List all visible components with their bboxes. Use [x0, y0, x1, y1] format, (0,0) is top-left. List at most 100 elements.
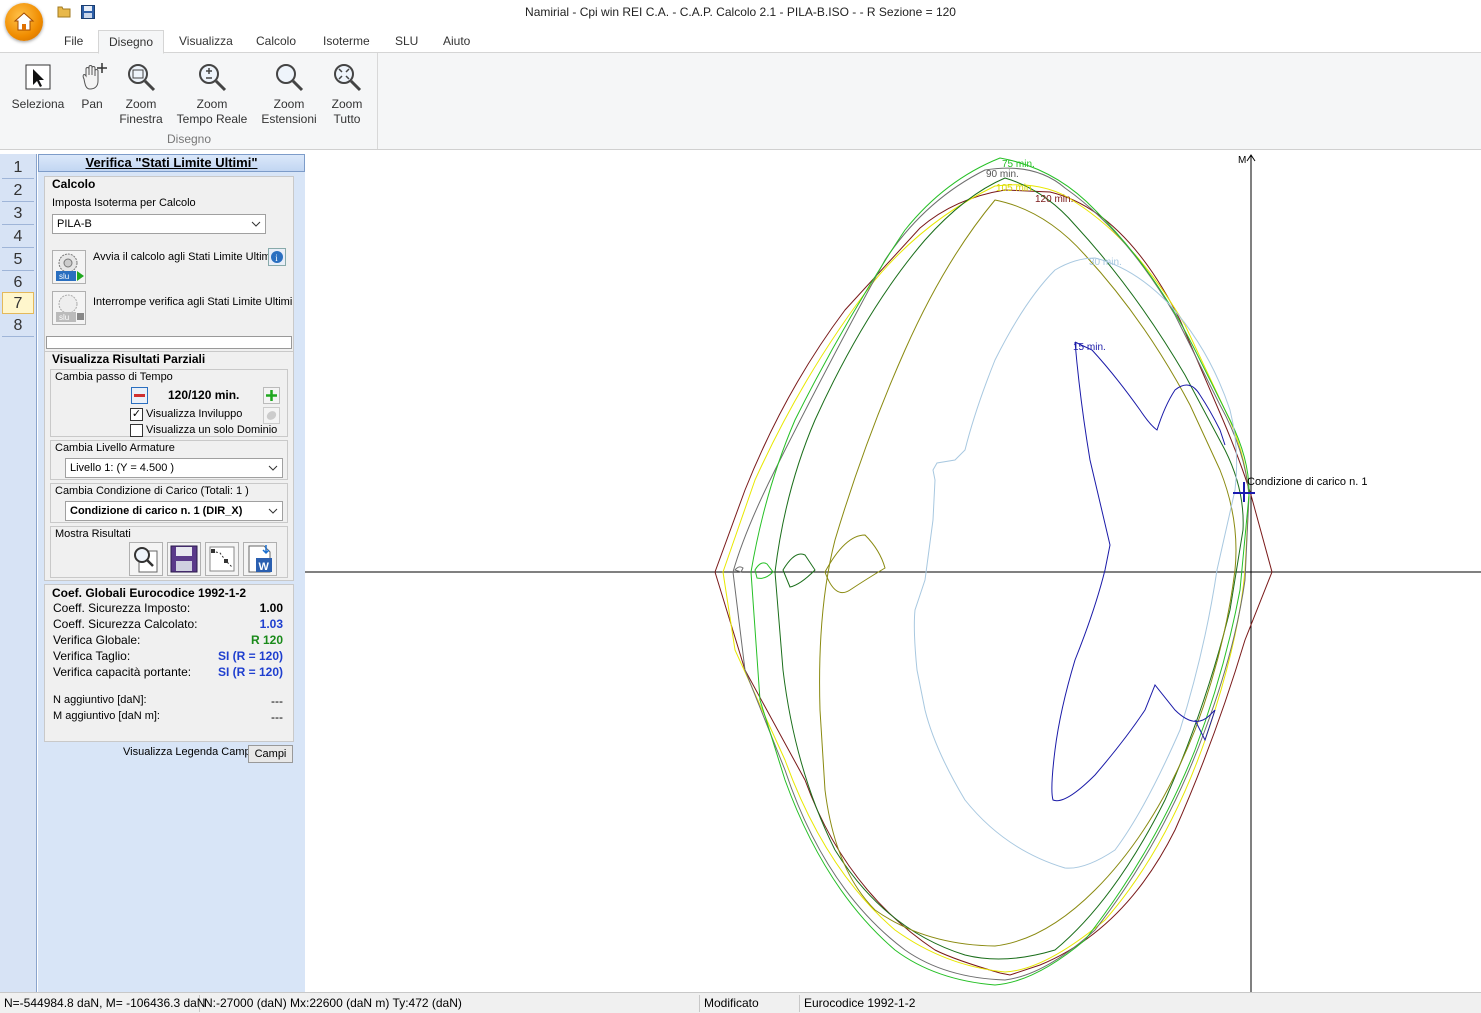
loop-gray	[734, 566, 744, 573]
coef-row-1-label: Coeff. Sicurezza Imposto:	[53, 601, 191, 615]
slu-panel: Verifica "Stati Limite Ultimi" Calcolo I…	[38, 154, 305, 992]
livello-label: Cambia Livello Armature	[55, 442, 175, 454]
zoom-finestra-button[interactable]: Zoom Finestra	[116, 61, 166, 127]
passo-tempo-label: Cambia passo di Tempo	[55, 371, 173, 383]
zoom-estensioni-button[interactable]: Zoom Estensioni	[258, 61, 320, 127]
svg-text:W: W	[259, 561, 270, 573]
tab-calcolo[interactable]: Calcolo	[246, 30, 306, 54]
isoterma-label: Imposta Isoterma per Calcolo	[52, 197, 196, 209]
inviluppo-checkbox[interactable]: ✓	[130, 408, 143, 421]
livello-value: Livello 1: (Y = 4.500 )	[70, 462, 175, 474]
plus-button[interactable]	[263, 387, 280, 404]
m-aggiuntivo-value: ---	[271, 710, 283, 724]
magnifier-report-icon	[134, 547, 158, 573]
progress-bar	[46, 336, 292, 349]
coef-row-5-label: Verifica capacità portante:	[53, 665, 192, 679]
side-tab-8[interactable]: 8	[2, 315, 34, 337]
curve-15-min	[1051, 341, 1226, 802]
risultati-parziali-group: Visualizza Risultati Parziali Cambia pas…	[44, 351, 294, 581]
side-tab-4[interactable]: 4	[2, 226, 34, 248]
zoom-tutto-button[interactable]: Zoom Tutto	[326, 61, 368, 127]
chevron-down-icon	[268, 465, 278, 471]
slu-stop-text: slu	[59, 313, 69, 322]
zoom-finestra-l2: Finestra	[119, 112, 163, 126]
side-tab-1[interactable]: 1	[2, 157, 34, 179]
inviluppo-label: Visualizza Inviluppo	[146, 408, 243, 420]
ribbon-group-label: Disegno	[166, 132, 212, 146]
isoterma-value: PILA-B	[57, 218, 92, 230]
side-tab-3[interactable]: 3	[2, 203, 34, 225]
zoom-window-icon	[128, 64, 156, 92]
zoom-estensioni-l1: Zoom	[273, 97, 305, 111]
export-word-button[interactable]: W	[243, 542, 277, 576]
app-menu-button[interactable]	[5, 3, 43, 41]
campi-button[interactable]: Campi	[248, 745, 293, 763]
interrompi-verifica-button[interactable]: slu	[52, 291, 86, 325]
zoom-tutto-l2: Tutto	[333, 112, 361, 126]
calcolo-group: Calcolo Imposta Isoterma per Calcolo PIL…	[44, 176, 294, 354]
label-15-min: 15 min.	[1073, 342, 1106, 353]
ribbon-group-disegno: Seleziona Pan Zoom Finestra Zoom Tempo R…	[0, 53, 378, 149]
tab-disegno[interactable]: Disegno	[98, 30, 165, 54]
condizione-select[interactable]: Condizione di carico n. 1 (DIR_X)	[65, 501, 283, 521]
select-arrow-icon	[25, 64, 51, 90]
isoterma-select[interactable]: PILA-B	[52, 214, 266, 234]
label-105-min: 105 min.	[996, 183, 1034, 194]
seleziona-button[interactable]: Seleziona	[10, 61, 66, 112]
view-results-button[interactable]	[129, 542, 163, 576]
slu-start-text: slu	[59, 272, 69, 281]
tab-aiuto[interactable]: Aiuto	[433, 30, 480, 54]
condizione-label: Cambia Condizione di Carico (Totali: 1 )	[55, 485, 249, 497]
seleziona-label: Seleziona	[11, 97, 65, 111]
tab-slu[interactable]: SLU	[385, 30, 428, 54]
status-coords: N=-544984.8 daN, M= -106436.3 daN	[0, 995, 205, 1012]
minus-button[interactable]	[131, 387, 148, 404]
coef-row-1-value: 1.00	[259, 601, 283, 615]
m-axis-label: M	[1238, 155, 1246, 166]
label-120-min: 120 min.	[1035, 194, 1073, 205]
domain-plot[interactable]: M 75 min. 90 min. 105 min. 120 min. 30 m…	[305, 150, 1481, 992]
condizione-value: Condizione di carico n. 1 (DIR_X)	[70, 505, 243, 517]
chevron-down-icon	[268, 508, 278, 514]
avvia-calcolo-button[interactable]: slu	[52, 250, 86, 284]
tab-visualizza[interactable]: Visualizza	[169, 30, 243, 54]
loop-green	[754, 562, 774, 579]
mostra-label: Mostra Risultati	[55, 528, 131, 540]
zoom-finestra-l1: Zoom	[125, 97, 157, 111]
livello-select[interactable]: Livello 1: (Y = 4.500 )	[65, 458, 283, 478]
pan-button[interactable]: Pan	[72, 61, 112, 112]
zoom-tempo-reale-l2: Tempo Reale	[176, 112, 248, 126]
zoom-tempo-reale-button[interactable]: Zoom Tempo Reale	[174, 61, 250, 127]
condizione-carico-box: Cambia Condizione di Carico (Totali: 1 )…	[50, 483, 288, 523]
side-tab-2[interactable]: 2	[2, 180, 34, 202]
side-tab-6[interactable]: 6	[2, 272, 34, 294]
ribbon: Seleziona Pan Zoom Finestra Zoom Tempo R…	[0, 53, 1481, 150]
coef-row-3-value: R 120	[250, 633, 283, 647]
side-tab-7[interactable]: 7	[2, 292, 34, 314]
side-tab-5[interactable]: 5	[2, 249, 34, 271]
label-30-min: 30 min.	[1089, 257, 1122, 268]
slu-start-icon: slu	[56, 253, 84, 281]
eraser-icon[interactable]	[263, 407, 280, 424]
label-90-min: 90 min.	[986, 169, 1019, 180]
drawing-canvas[interactable]: M 75 min. 90 min. 105 min. 120 min. 30 m…	[305, 150, 1481, 992]
passo-tempo-box: Cambia passo di Tempo 120/120 min. ✓ Vis…	[50, 369, 288, 437]
zoom-estensioni-l2: Estensioni	[261, 112, 317, 126]
ribbon-tabs: File Disegno Visualizza Calcolo Isoterme…	[0, 30, 1481, 54]
coef-row-5-value: SI (R = 120)	[217, 665, 283, 679]
coef-row-3-label: Verifica Globale:	[53, 633, 141, 647]
avvia-calcolo-label: Avvia il calcolo agli Stati Limite Ultim…	[93, 251, 274, 263]
save-results-button[interactable]	[167, 542, 201, 576]
tab-isoterme[interactable]: Isoterme	[313, 30, 380, 54]
tab-file[interactable]: File	[54, 30, 93, 54]
zoom-tempo-reale-l1: Zoom	[196, 97, 228, 111]
coef-row-4-value: SI (R = 120)	[217, 649, 283, 663]
diagram-results-button[interactable]	[205, 542, 239, 576]
livello-armature-box: Cambia Livello Armature Livello 1: (Y = …	[50, 440, 288, 480]
window-title: Namirial - Cpi win REI C.A. - C.A.P. Cal…	[525, 5, 956, 19]
pan-label: Pan	[81, 97, 103, 111]
info-icon[interactable]: i	[268, 248, 286, 266]
status-norm: Eurocodice 1992-1-2	[804, 996, 916, 1010]
solo-dominio-checkbox[interactable]	[130, 424, 143, 437]
coef-globali-group: Coef. Globali Eurocodice 1992-1-2 Coeff.…	[44, 584, 294, 742]
